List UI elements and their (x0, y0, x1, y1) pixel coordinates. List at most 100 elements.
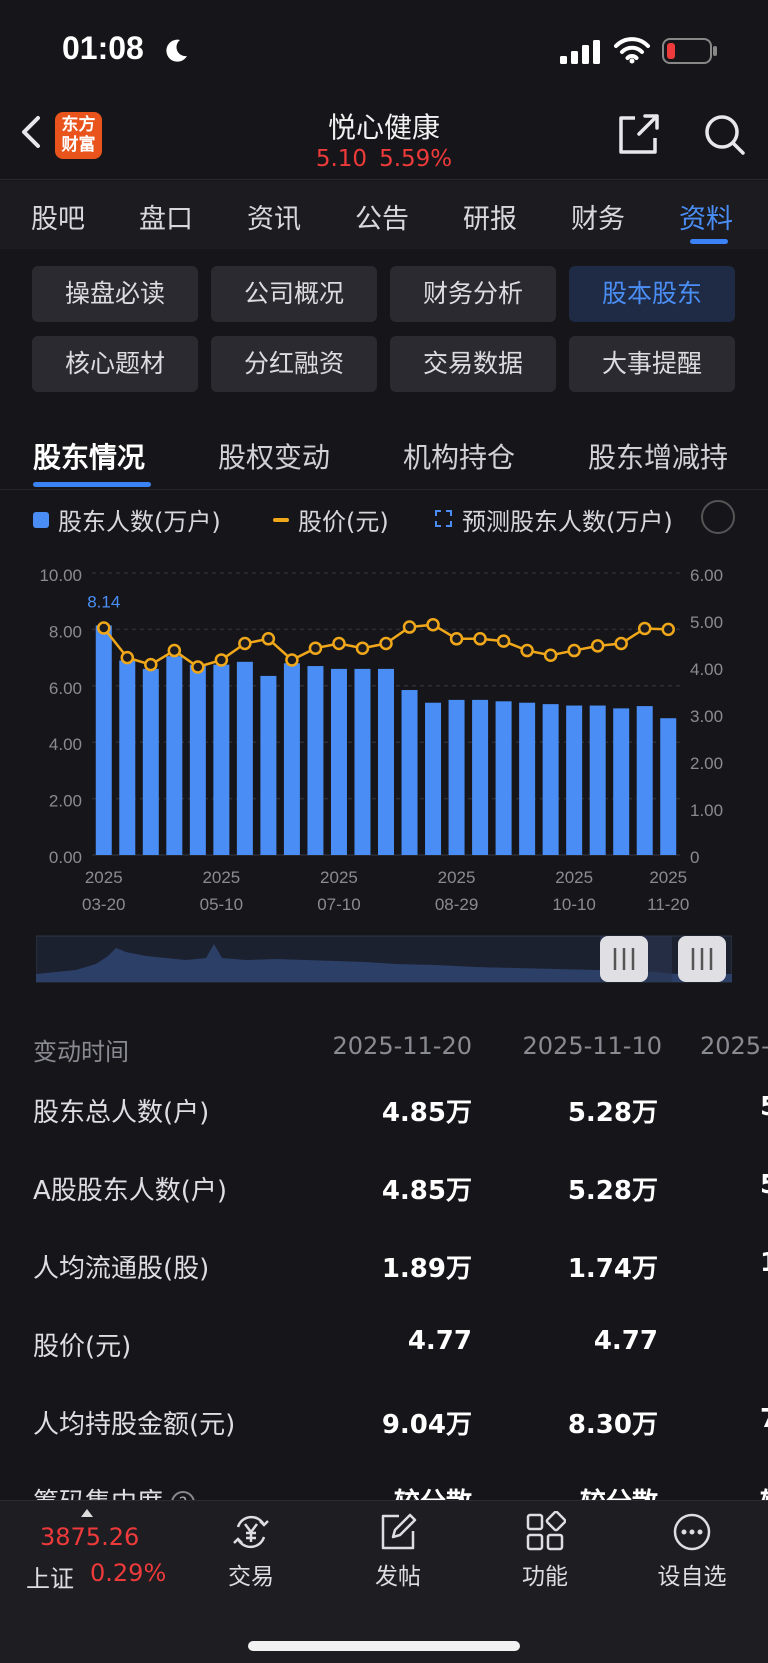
x-tick-label: 2025 (85, 868, 123, 887)
holders-table: 变动时间 2025-11-20 2025-11-10 2025- 股东总人数(户… (0, 1020, 768, 1500)
bottom-item-functions[interactable]: 功能 (500, 1511, 590, 1591)
bottom-item-watchlist[interactable]: 设自选 (647, 1511, 737, 1591)
section-tab-holder-changes[interactable]: 股东增减持 (588, 436, 728, 476)
x-tick-label: 05-10 (200, 895, 243, 914)
battery-icon (662, 38, 717, 64)
bottom-item-post[interactable]: 发帖 (353, 1511, 443, 1591)
price-point (238, 636, 252, 651)
tab-guba[interactable]: 股吧 (31, 197, 85, 236)
signal-icon (560, 40, 600, 64)
bar (283, 663, 300, 855)
help-icon[interactable]: ? (171, 1491, 196, 1500)
row-value: 较 (760, 1482, 768, 1500)
bar (236, 661, 253, 855)
x-tick-label: 03-20 (82, 895, 125, 914)
sub-button-trading-guide[interactable]: 操盘必读 (32, 266, 198, 322)
edit-icon (381, 1513, 417, 1550)
bottom-label-functions: 功能 (522, 1564, 568, 1590)
search-icon[interactable] (702, 112, 746, 156)
tab-announcements[interactable]: 公告 (355, 197, 409, 236)
y-right-tick-label: 6.00 (690, 566, 723, 585)
row-label: 股东总人数(户) (33, 1098, 210, 1128)
bottom-item-trade[interactable]: 交易 (206, 1511, 296, 1591)
moon-icon (166, 39, 187, 62)
tab-pankou[interactable]: 盘口 (139, 197, 193, 236)
y-right-tick-label: 3.00 (690, 707, 723, 726)
row-value: 5 (760, 1092, 768, 1122)
tab-news[interactable]: 资讯 (247, 197, 301, 236)
price-point (355, 641, 370, 655)
price-point (543, 648, 558, 662)
bar (448, 699, 465, 855)
table-header-col: 2025-11-10 (522, 1032, 662, 1060)
price-point (144, 657, 158, 672)
row-value: 4.85万 (381, 1098, 472, 1128)
row-value: 较分散 (580, 1482, 658, 1500)
sub-button-trade-data[interactable]: 交易数据 (390, 336, 556, 392)
x-tick-label: 2025 (555, 868, 593, 887)
legend-bar-swatch (33, 512, 49, 528)
sub-button-financial-analysis[interactable]: 财务分析 (390, 266, 556, 322)
bottom-bar: 3875.26 上证 0.29% 交易 发帖 功能 设自选 (0, 1500, 768, 1663)
price-point (167, 643, 182, 658)
price-point (214, 653, 229, 667)
bar (260, 675, 277, 855)
tab-profile[interactable]: 资料 (679, 197, 733, 236)
row-label: A股股东人数(户) (33, 1176, 228, 1206)
bar (330, 668, 347, 855)
bar (519, 702, 536, 855)
home-indicator[interactable] (248, 1641, 520, 1651)
tab-finance[interactable]: 财务 (571, 197, 625, 236)
bar (495, 701, 512, 855)
price-point (661, 622, 675, 637)
row-value: 4.77 (407, 1326, 472, 1356)
legend-line-swatch (273, 518, 289, 522)
sub-button-dividends[interactable]: 分红融资 (211, 336, 377, 392)
legend-forecast-swatch (435, 510, 452, 527)
holders-chart[interactable]: 10.00 8.00 6.00 4.00 2.00 0.00 6.00 5.00 4.00 3.0… (0, 545, 768, 925)
tab-research[interactable]: 研报 (463, 197, 517, 236)
row-value: 较分散 (394, 1482, 472, 1500)
x-tick-label: 10-10 (552, 895, 595, 914)
y-left-tick-label: 8.00 (49, 622, 82, 641)
section-tab-indicator (33, 482, 151, 487)
legend-toggle[interactable] (701, 500, 735, 534)
row-value: 5 (760, 1170, 768, 1200)
section-tab-equity-change[interactable]: 股权变动 (218, 436, 330, 476)
sub-button-shareholders[interactable]: 股本股东 (569, 266, 735, 322)
section-tab-institutions[interactable]: 机构持仓 (403, 436, 515, 476)
bar (566, 705, 583, 855)
x-tick-label: 2025 (649, 868, 687, 887)
x-tick-label: 2025 (202, 868, 240, 887)
bar (636, 706, 653, 855)
bar (189, 664, 206, 855)
bar (354, 668, 371, 855)
chart-range-slider[interactable] (36, 934, 732, 984)
bottom-label-post: 发帖 (375, 1564, 421, 1590)
bar (142, 668, 159, 855)
sub-button-core-themes[interactable]: 核心题材 (32, 336, 198, 392)
bar (307, 666, 324, 855)
nav-header: 东方 财富 悦心健康 5.10 5.59% (0, 100, 768, 180)
y-right-tick-label: 4.00 (690, 660, 723, 679)
section-tab-holders[interactable]: 股东情况 (33, 436, 145, 476)
sub-button-company-overview[interactable]: 公司概况 (211, 266, 377, 322)
price-point (261, 632, 276, 646)
price-point (308, 641, 323, 655)
price-point (285, 653, 299, 667)
row-value: 1.74万 (567, 1254, 658, 1284)
legend-forecast-label: 预测股东人数(万户) (462, 508, 673, 536)
table-header-label: 变动时间 (33, 1038, 129, 1066)
y-right-tick-label: 1.00 (690, 801, 723, 820)
row-value: 5.28万 (567, 1098, 658, 1128)
wifi-icon (614, 37, 650, 64)
row-value: 9.04万 (381, 1410, 472, 1440)
table-header-row: 变动时间 2025-11-20 2025-11-10 2025- (0, 1020, 768, 1080)
bar (378, 668, 394, 855)
row-label-text: 筹码集中度 (33, 1488, 163, 1500)
index-name: 上证 (26, 1565, 74, 1593)
sub-button-events[interactable]: 大事提醒 (569, 336, 735, 392)
share-icon[interactable] (617, 112, 661, 156)
price-point (449, 632, 464, 646)
price-point (590, 639, 605, 653)
